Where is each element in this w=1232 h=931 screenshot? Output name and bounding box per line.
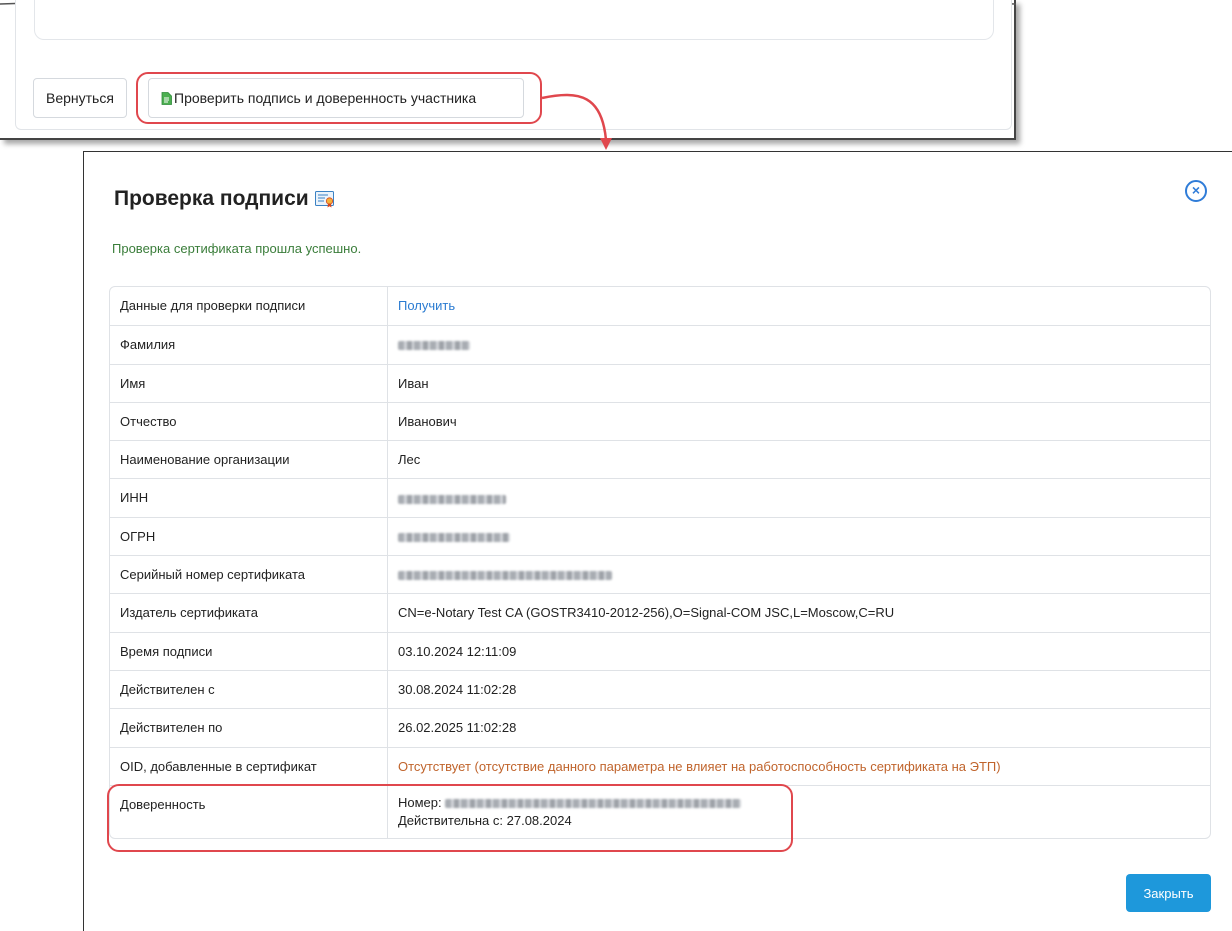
table-row: Действителен по 26.02.2025 11:02:28 [110,708,1210,747]
row-label: ОГРН [110,517,388,556]
row-label: Издатель сертификата [110,594,388,632]
redacted-text [398,494,506,504]
ogrn-value-redacted [388,518,1210,555]
table-row: Серийный номер сертификата [110,555,1210,594]
redacted-text [398,341,470,351]
close-button[interactable]: Закрыть [1126,874,1211,912]
row-label: Действителен по [110,709,388,747]
row-label: Отчество [110,402,388,441]
modal-title: Проверка подписи [114,187,335,214]
row-label: OID, добавленные в сертификат [110,747,388,785]
success-message: Проверка сертификата прошла успешно. [112,241,362,256]
row-label: Серийный номер сертификата [110,556,388,594]
annotation-highlight-button [136,72,542,124]
row-label: Данные для проверки подписи [110,287,388,326]
row-label: Имя [110,364,388,402]
serial-value-redacted [388,556,1210,593]
table-row: Имя Иван [110,363,1210,402]
table-row: Действителен с 30.08.2024 11:02:28 [110,669,1210,709]
certificate-info-table: Данные для проверки подписи Получить Фам… [109,286,1211,839]
valid-from-value: 30.08.2024 11:02:28 [398,681,517,697]
background-page-screenshot: Вернуться Проверить подпись и довереннос… [0,0,1016,140]
row-label: ИНН [110,479,388,517]
issuer-value: CN=e-Notary Test CA (GOSTR3410-2012-256)… [398,605,895,621]
table-row: Фамилия [110,325,1210,364]
table-row: Отчество Иванович [110,401,1210,441]
table-row: OID, добавленные в сертификат Отсутствуе… [110,746,1210,785]
sign-time-value: 03.10.2024 12:11:09 [398,643,517,659]
redacted-text [398,571,612,581]
surname-value-redacted [388,326,1210,363]
back-button[interactable]: Вернуться [33,78,127,118]
row-label: Время подписи [110,632,388,670]
form-field [34,0,994,40]
table-row: Издатель сертификата CN=e-Notary Test CA… [110,593,1210,632]
inn-value-redacted [388,479,1210,516]
close-icon[interactable]: × [1185,180,1207,202]
row-label: Действителен с [110,670,388,709]
valid-to-value: 26.02.2025 11:02:28 [398,720,517,736]
get-verification-data-link[interactable]: Получить [388,287,1210,325]
annotation-arrow [541,93,612,150]
row-label: Наименование организации [110,441,388,479]
name-value: Иван [398,375,429,391]
oid-value: Отсутствует (отсутствие данного параметр… [398,758,1001,774]
annotation-highlight-power-of-attorney [107,784,793,852]
organization-value: Лес [398,452,421,468]
table-row: Время подписи 03.10.2024 12:11:09 [110,631,1210,670]
table-row: Наименование организации Лес [110,440,1210,479]
table-row: ИНН [110,478,1210,517]
redacted-text [398,532,510,542]
patronymic-value: Иванович [398,413,457,429]
row-label: Фамилия [110,326,388,364]
table-row: ОГРН [110,516,1210,556]
table-row: Данные для проверки подписи Получить [110,287,1210,326]
signature-check-modal: Проверка подписи × Проверка сертификата … [83,151,1232,931]
certificate-icon [314,190,335,214]
